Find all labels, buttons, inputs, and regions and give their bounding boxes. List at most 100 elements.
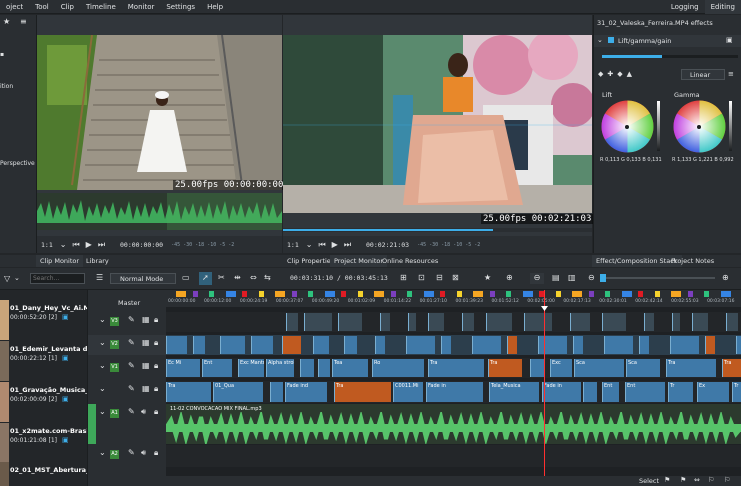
slip-tool-icon[interactable]: ⇆ bbox=[264, 273, 271, 282]
lock-icon[interactable]: 🔒︎ bbox=[154, 407, 158, 417]
timeline-clip[interactable]: Tra bbox=[722, 359, 741, 377]
timeline-marker[interactable] bbox=[654, 291, 660, 297]
select-tool-icon[interactable]: ➚ bbox=[202, 273, 209, 282]
bin-item[interactable]: 01_Gravação_Musica_C 00:02:00:09 [2] ▣ bbox=[0, 382, 87, 422]
timeline-clip[interactable]: C0011.Mi bbox=[393, 382, 423, 402]
tag-icon[interactable]: ⚑ bbox=[664, 476, 670, 484]
timeline-playhead[interactable] bbox=[544, 290, 545, 476]
multitrack-icon[interactable]: ⊖ bbox=[530, 273, 544, 284]
timeline-clip[interactable]: Alpha strob bbox=[266, 359, 294, 377]
timeline-clip[interactable]: Tra bbox=[488, 359, 522, 377]
timeline-marker[interactable] bbox=[572, 291, 582, 297]
timeline-clip[interactable]: Exc Mantrv bbox=[238, 359, 264, 377]
pencil-icon[interactable]: ✎ bbox=[128, 407, 135, 416]
effect-enable-checkbox[interactable] bbox=[608, 37, 614, 43]
lock-icon[interactable]: 🔒︎ bbox=[154, 361, 158, 371]
timeline-clip[interactable]: Tra bbox=[166, 382, 211, 402]
timeline-clip[interactable]: Tea bbox=[332, 359, 368, 377]
film-icon[interactable]: ▦ bbox=[142, 384, 150, 393]
flag-icon[interactable]: ⚐ bbox=[708, 476, 714, 484]
timeline-marker[interactable] bbox=[357, 291, 363, 297]
chevron-down-icon[interactable]: ⌄ bbox=[99, 384, 106, 393]
tab-online-resources[interactable]: Online Resources bbox=[378, 255, 442, 267]
lift-luma-slider[interactable] bbox=[657, 101, 660, 151]
menu-tool[interactable]: Tool bbox=[29, 3, 55, 11]
timeline-marker[interactable] bbox=[687, 291, 693, 297]
menu-project[interactable]: oject bbox=[0, 3, 29, 11]
zoom-in-icon[interactable]: ⊕ bbox=[722, 273, 729, 282]
timeline-clip[interactable]: Ex bbox=[697, 382, 729, 402]
timeline-clip[interactable]: Fade in bbox=[542, 382, 581, 402]
bin-item[interactable]: 01_Dany_Hey_Vc_Ai.MP 00:00:52:20 [2] ▣ bbox=[0, 300, 87, 340]
timeline-marker[interactable] bbox=[176, 291, 186, 297]
timeline-clip[interactable] bbox=[486, 313, 512, 331]
timeline-marker[interactable] bbox=[407, 291, 412, 297]
zoom-out-icon[interactable]: ⊖ bbox=[588, 273, 595, 282]
play-icon[interactable]: ▶ bbox=[332, 240, 338, 249]
track-target-badge[interactable]: A2 bbox=[110, 450, 119, 459]
timeline-clip[interactable] bbox=[286, 313, 298, 331]
gamma-luma-slider[interactable] bbox=[729, 101, 732, 151]
collapse-icon[interactable]: ▣ bbox=[726, 36, 733, 44]
timeline-marker[interactable] bbox=[671, 291, 681, 297]
timeline-clip[interactable] bbox=[166, 336, 187, 354]
clip-zoom-select[interactable]: 1:1 bbox=[41, 241, 53, 249]
timeline-clip[interactable]: Tra bbox=[428, 359, 484, 377]
clip-monitor-video[interactable] bbox=[37, 35, 282, 190]
timeline-clip[interactable] bbox=[570, 313, 590, 331]
tab-project-notes[interactable]: Project Notes bbox=[667, 255, 718, 267]
timeline-clip[interactable] bbox=[270, 382, 283, 402]
favorite-star-icon[interactable]: ★ bbox=[484, 273, 491, 282]
timeline-clip[interactable]: Sca bbox=[574, 359, 624, 377]
timeline-clip[interactable] bbox=[692, 313, 708, 331]
zoom-slider[interactable] bbox=[600, 274, 715, 282]
timeline-clip[interactable]: Ent bbox=[602, 382, 619, 402]
timeline-clip[interactable] bbox=[462, 313, 474, 331]
timeline-marker[interactable] bbox=[242, 291, 247, 297]
timeline-marker[interactable] bbox=[308, 291, 313, 297]
chevron-down-icon[interactable]: ⌄ bbox=[14, 274, 20, 282]
timeline-clip[interactable] bbox=[318, 359, 330, 377]
timeline-clip[interactable] bbox=[672, 313, 680, 331]
timeline-marker[interactable] bbox=[489, 291, 495, 297]
timeline-marker[interactable] bbox=[192, 291, 198, 297]
video-thumbnails-icon[interactable]: ▥ bbox=[568, 273, 576, 282]
timeline-clip[interactable]: Sca bbox=[626, 359, 660, 377]
timeline-clip[interactable]: Exc bbox=[550, 359, 572, 377]
audio-clip[interactable]: 11-02 CONVOCACAO MIX FINAL.mp3 bbox=[166, 404, 741, 444]
pencil-icon[interactable]: ✎ bbox=[128, 361, 135, 370]
keyframe-marker-icon[interactable]: ▲ bbox=[627, 70, 632, 78]
timeline-clip[interactable] bbox=[428, 313, 444, 331]
timeline-clip[interactable] bbox=[583, 382, 597, 402]
timeline-marker[interactable] bbox=[605, 291, 610, 297]
timeline-marker[interactable] bbox=[638, 291, 643, 297]
lift-icon[interactable]: ⊠ bbox=[452, 273, 459, 282]
timeline-marker[interactable] bbox=[473, 291, 483, 297]
tag-icon[interactable]: ⚑ bbox=[680, 476, 686, 484]
menu-clip[interactable]: Clip bbox=[55, 3, 80, 11]
timeline-clip[interactable] bbox=[670, 336, 699, 354]
track-target-badge[interactable]: V3 bbox=[110, 317, 119, 326]
extract-icon[interactable]: ⊟ bbox=[436, 273, 443, 282]
split-icon[interactable]: ⇔ bbox=[694, 476, 700, 484]
edit-mode-select[interactable]: Normal Mode bbox=[110, 273, 176, 284]
keyframe-prev-icon[interactable]: ◆ bbox=[598, 70, 603, 78]
lock-icon[interactable]: 🔒︎ bbox=[154, 338, 158, 348]
timeline-marker[interactable] bbox=[275, 291, 285, 297]
play-icon[interactable]: ▶ bbox=[86, 240, 92, 249]
timeline-marker[interactable] bbox=[704, 291, 709, 297]
timeline-clip[interactable]: Ent bbox=[202, 359, 232, 377]
chevron-down-icon[interactable]: ⌄ bbox=[99, 338, 106, 347]
timeline-marker[interactable] bbox=[720, 291, 731, 297]
timeline-clip[interactable]: Tra bbox=[334, 382, 391, 402]
timeline-marker[interactable] bbox=[621, 291, 632, 297]
film-icon[interactable]: ▦ bbox=[142, 361, 150, 370]
pencil-icon[interactable]: ✎ bbox=[128, 448, 135, 457]
tab-library[interactable]: Library bbox=[82, 255, 113, 267]
timeline-clip[interactable]: Tr bbox=[668, 382, 693, 402]
timeline-clip[interactable]: Ent bbox=[625, 382, 665, 402]
timeline-clip[interactable] bbox=[408, 313, 416, 331]
keyframe-bar[interactable] bbox=[602, 55, 738, 58]
timeline-marker[interactable] bbox=[258, 291, 264, 297]
menu-monitor[interactable]: Monitor bbox=[122, 3, 161, 11]
